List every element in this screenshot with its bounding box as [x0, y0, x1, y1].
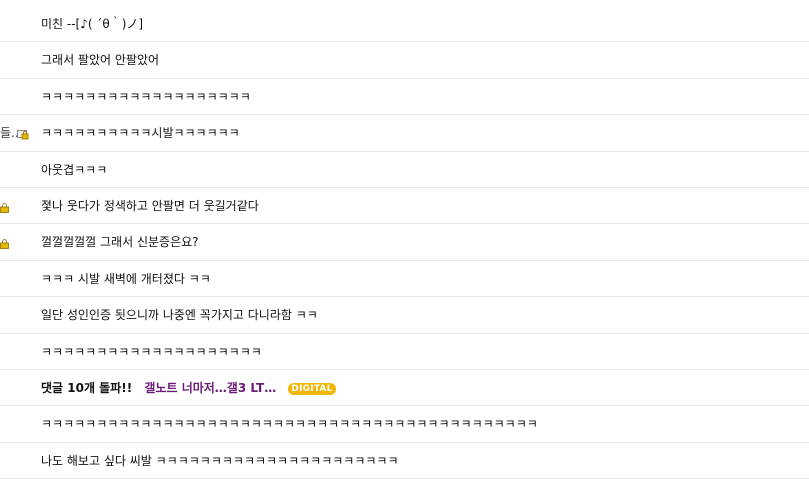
- comment-row: 아웃겹ㅋㅋㅋ: [0, 152, 809, 188]
- comment-row: ㅋㅋㅋㅋㅋㅋㅋㅋㅋㅋㅋㅋㅋㅋㅋㅋㅋㅋㅋ: [0, 79, 809, 116]
- comment-text: 일단 성인인증 됫으니까 나중엔 꼭가지고 다니라함 ㅋㅋ: [41, 308, 318, 323]
- digital-badge: DIGITAL: [288, 382, 336, 395]
- gallery-link[interactable]: 갤노트 너마저…갤3 LT…: [144, 381, 276, 395]
- milestone-text-wrap: 댓글 10개 돌파!! 갤노트 너마저…갤3 LT… DIGITAL: [41, 380, 336, 396]
- milestone-row: 댓글 10개 돌파!! 갤노트 너마저…갤3 LT… DIGITAL: [0, 370, 809, 407]
- comment-row: 껄껄껄껄껄 그래서 신분증은요?: [0, 224, 809, 261]
- comment-text: 아웃겹ㅋㅋㅋ: [41, 162, 108, 177]
- lock-icon: [0, 203, 9, 213]
- comment-text: ㅋㅋㅋ 시발 새벽에 개터졌다 ㅋㅋ: [41, 271, 211, 286]
- comment-row: 일단 성인인증 됫으니까 나중엔 꼭가지고 다니라함 ㅋㅋ: [0, 297, 809, 334]
- comment-row: 졏나 웃다가 정색하고 안팔면 더 웃길거같다: [0, 188, 809, 225]
- comment-text: 미친 --[♪( ´θ｀)ノ]: [41, 17, 144, 31]
- comment-row: 그래서 팔았어 안팔았어: [0, 42, 809, 79]
- comment-row: ㅋㅋㅋㅋㅋㅋㅋㅋㅋㅋㅋㅋㅋㅋㅋㅋㅋㅋㅋㅋ: [0, 334, 809, 370]
- comment-row: 미친 --[♪( ´θ｀)ノ]: [0, 6, 809, 43]
- milestone-text: 댓글 10개 돌파!!: [41, 380, 133, 395]
- lock-icon: [17, 130, 29, 140]
- comment-list: 미친 --[♪( ´θ｀)ノ] 그래서 팔았어 안팔았어 ㅋㅋㅋㅋㅋㅋㅋㅋㅋㅋㅋ…: [0, 6, 809, 479]
- comment-row: ㅋㅋㅋ 시발 새벽에 개터졌다 ㅋㅋ: [0, 261, 809, 298]
- comment-text: ㅋㅋㅋㅋㅋㅋㅋㅋㅋㅋㅋㅋㅋㅋㅋㅋㅋㅋㅋㅋ: [41, 344, 262, 359]
- comment-text: 졏나 웃다가 정색하고 안팔면 더 웃길거같다: [41, 198, 259, 213]
- comment-text: 그래서 팔았어 안팔았어: [41, 53, 160, 68]
- truncated-text-fragment: 들..: [0, 126, 19, 141]
- comment-text: 껄껄껄껄껄 그래서 신분증은요?: [41, 235, 199, 250]
- comment-text: ㅋㅋㅋㅋㅋㅋㅋㅋㅋㅋ시발ㅋㅋㅋㅋㅋㅋ: [41, 126, 240, 141]
- comment-row: ㅋㅋㅋㅋㅋㅋㅋㅋㅋㅋㅋㅋㅋㅋㅋㅋㅋㅋㅋㅋㅋㅋㅋㅋㅋㅋㅋㅋㅋㅋㅋㅋㅋㅋㅋㅋㅋㅋㅋㅋ…: [0, 406, 809, 443]
- comment-text: ㅋㅋㅋㅋㅋㅋㅋㅋㅋㅋㅋㅋㅋㅋㅋㅋㅋㅋㅋ: [41, 89, 251, 104]
- lock-icon: [0, 239, 9, 250]
- comment-text: ㅋㅋㅋㅋㅋㅋㅋㅋㅋㅋㅋㅋㅋㅋㅋㅋㅋㅋㅋㅋㅋㅋㅋㅋㅋㅋㅋㅋㅋㅋㅋㅋㅋㅋㅋㅋㅋㅋㅋㅋ…: [41, 417, 538, 432]
- comment-row: 들.. ㅋㅋㅋㅋㅋㅋㅋㅋㅋㅋ시발ㅋㅋㅋㅋㅋㅋ: [0, 115, 809, 152]
- comment-text: 나도 해보고 싶다 씨발 ㅋㅋㅋㅋㅋㅋㅋㅋㅋㅋㅋㅋㅋㅋㅋㅋㅋㅋㅋㅋㅋㅋ: [41, 453, 399, 468]
